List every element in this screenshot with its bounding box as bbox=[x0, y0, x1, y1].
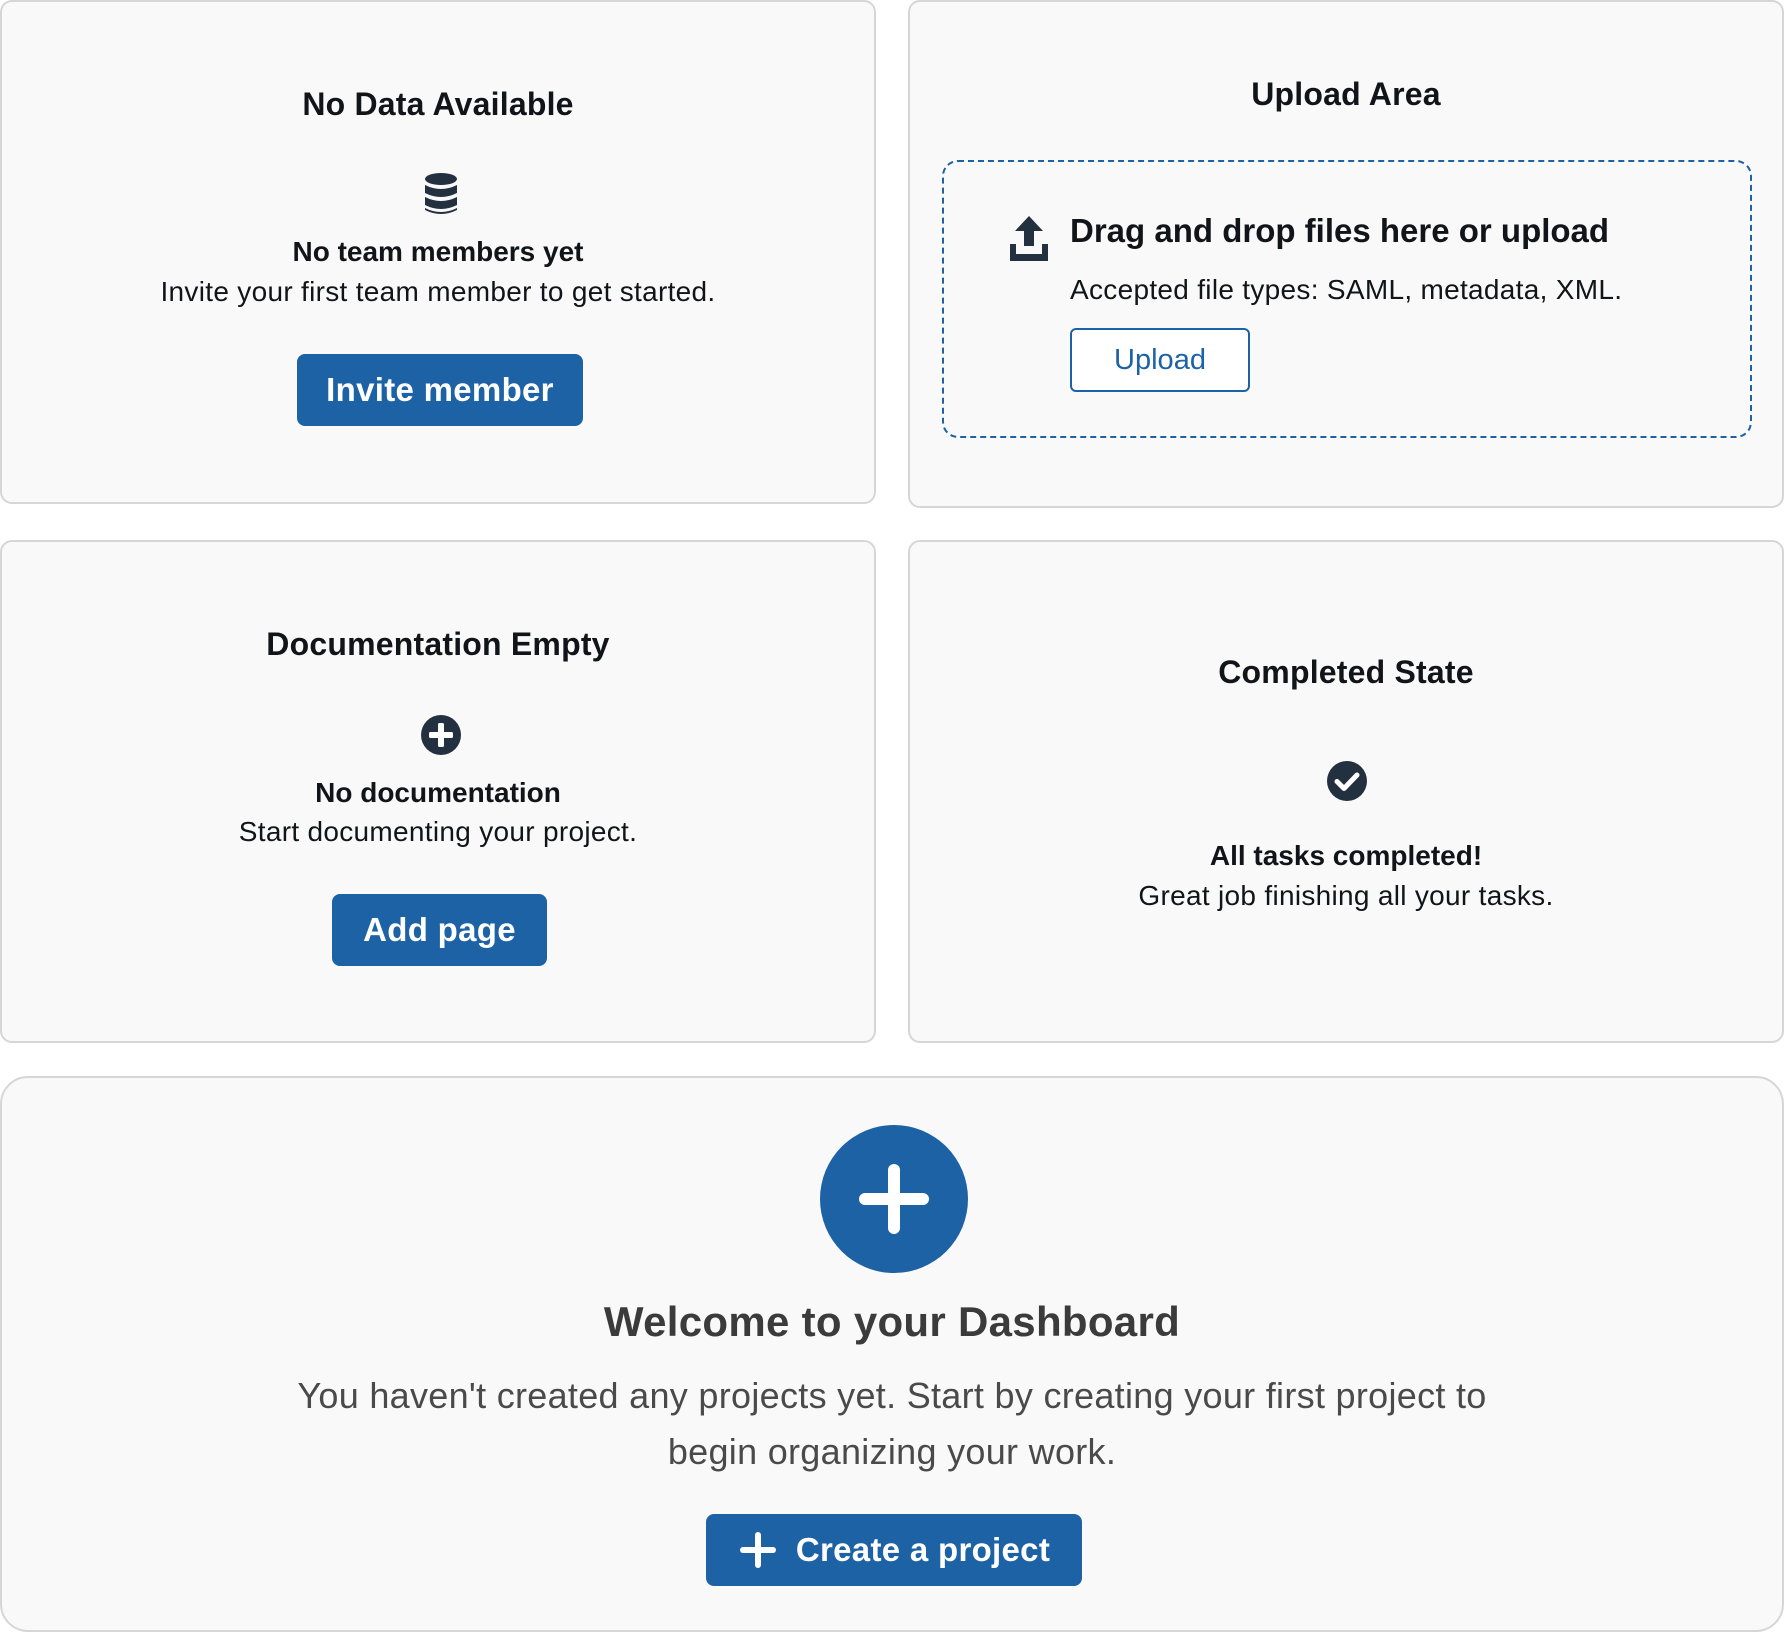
welcome-description-line-1: You haven't created any projects yet. St… bbox=[297, 1375, 1487, 1416]
upload-card: Upload Area Drag and drop files here or … bbox=[908, 0, 1784, 508]
database-icon bbox=[425, 173, 457, 214]
card-title: Documentation Empty bbox=[266, 626, 610, 662]
card-title: Completed State bbox=[1218, 654, 1474, 690]
welcome-description-line-2: begin organizing your work. bbox=[667, 1431, 1117, 1472]
empty-description: Great job finishing all your tasks. bbox=[1138, 880, 1554, 911]
empty-description: Start documenting your project. bbox=[238, 816, 638, 847]
plus-icon bbox=[820, 1125, 968, 1273]
create-project-label: Create a project bbox=[795, 1531, 1051, 1568]
plus-circle-icon bbox=[421, 715, 461, 755]
no-data-card: No Data Available No team members yet In… bbox=[0, 0, 876, 504]
check-circle-icon bbox=[1327, 761, 1367, 801]
welcome-title: Welcome to your Dashboard bbox=[603, 1298, 1181, 1345]
upload-heading: Drag and drop files here or upload bbox=[1070, 212, 1610, 249]
empty-heading: All tasks completed! bbox=[1209, 840, 1483, 871]
documentation-card: Documentation Empty No documentation Sta… bbox=[0, 540, 876, 1043]
plus-icon bbox=[739, 1532, 776, 1568]
add-page-button[interactable]: Add page bbox=[332, 894, 547, 966]
welcome-card: Welcome to your Dashboard You haven't cr… bbox=[0, 1076, 1784, 1632]
upload-icon bbox=[1010, 216, 1048, 261]
upload-button[interactable]: Upload bbox=[1070, 328, 1250, 392]
completed-card: Completed State All tasks completed! Gre… bbox=[908, 540, 1784, 1043]
empty-heading: No team members yet bbox=[292, 236, 584, 267]
card-title: No Data Available bbox=[302, 86, 574, 122]
create-project-button[interactable]: Create a project bbox=[706, 1514, 1082, 1586]
upload-description: Accepted file types: SAML, metadata, XML… bbox=[1070, 274, 1623, 305]
invite-member-button[interactable]: Invite member bbox=[297, 354, 583, 426]
card-title: Upload Area bbox=[1251, 76, 1441, 112]
empty-description: Invite your first team member to get sta… bbox=[160, 276, 716, 307]
empty-heading: No documentation bbox=[315, 777, 561, 808]
